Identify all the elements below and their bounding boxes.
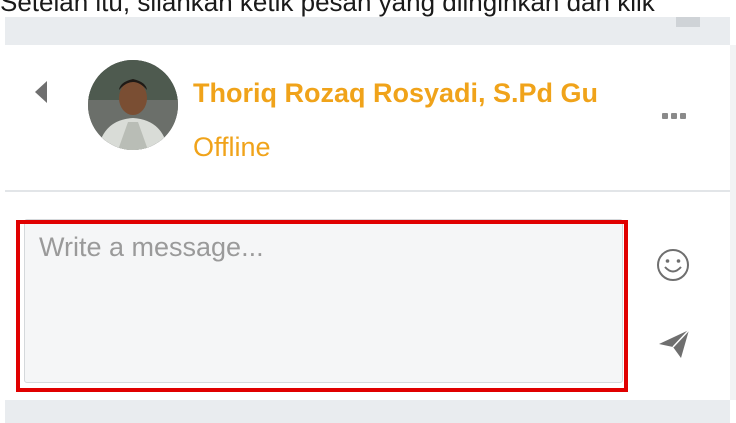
contact-status: Offline [193,132,271,162]
scrollbar-track[interactable] [730,45,736,400]
top-strip-button[interactable] [676,17,700,27]
bottom-panel-strip [5,400,730,423]
back-icon[interactable] [35,81,47,103]
chat-header: Thoriq Rozaq Rosyadi, S.Pd Gu Offline [5,45,730,190]
message-composer [5,192,730,400]
avatar-image [88,60,178,150]
avatar[interactable] [88,60,178,150]
more-dot [662,113,668,119]
instruction-caption: Setelah itu, silahkan ketik pesan yang d… [0,0,655,17]
top-panel-strip [5,17,730,46]
more-dot [680,113,686,119]
more-dots-icon[interactable] [662,113,692,121]
contact-name: Thoriq Rozaq Rosyadi, S.Pd Gu [193,78,599,108]
smiley-icon[interactable] [655,247,691,283]
highlight-box [16,220,628,392]
more-dot [671,113,677,119]
paper-plane-icon[interactable] [657,327,691,361]
